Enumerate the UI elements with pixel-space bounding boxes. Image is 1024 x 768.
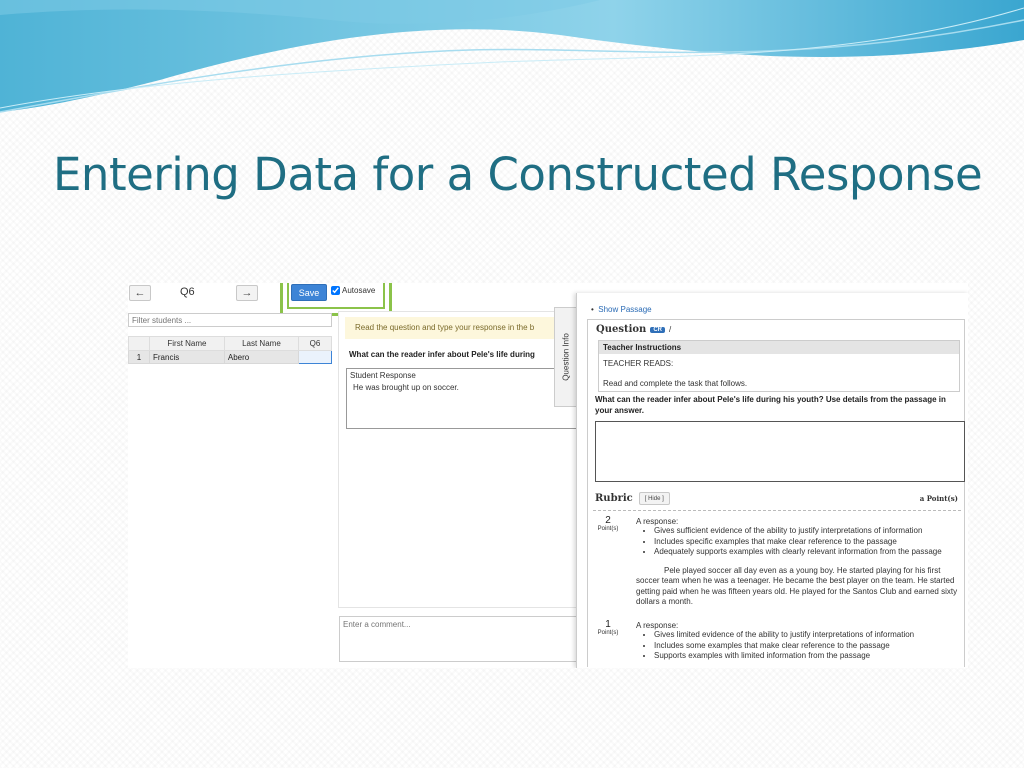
slide-title: Entering Data for a Constructed Response [53, 148, 983, 201]
full-question-text: What can the reader infer about Pele's l… [595, 395, 946, 415]
rubric-bullets: Gives sufficient evidence of the ability… [636, 526, 961, 558]
question-info-tab[interactable]: Question Info [554, 307, 576, 407]
rubric-score-1: 1 Point(s) [597, 619, 619, 636]
rubric-score-2: 2 Point(s) [597, 515, 619, 532]
rubric-example: Pele played soccer all day even as a you… [636, 565, 958, 607]
question-card: Question CR / Teacher Instructions TEACH… [587, 319, 965, 667]
question-label: Q6 [180, 286, 195, 298]
question-text: What can the reader infer about Pele's l… [349, 350, 535, 359]
list-item: Gives limited evidence of the ability to… [654, 630, 961, 641]
table-row[interactable]: 1 Francis Abero [128, 350, 332, 364]
prev-question-button[interactable]: ← [129, 285, 151, 301]
question-heading: Question CR / [596, 324, 671, 335]
hide-rubric-button[interactable]: [ Hide ] [638, 492, 670, 505]
response-panel: Read the question and type your response… [338, 311, 586, 608]
grid-header-last[interactable]: Last Name [223, 336, 300, 351]
list-item: Includes some examples that make clear r… [654, 641, 961, 652]
rubric-heading: Rubric [ Hide ] [595, 492, 670, 505]
grid-header-first[interactable]: First Name [149, 336, 225, 351]
rubric-title: Rubric [595, 493, 633, 504]
list-item: Adequately supports examples with clearl… [654, 547, 961, 558]
autosave-label: Autosave [342, 286, 376, 295]
instruction-banner: Read the question and type your response… [345, 317, 575, 339]
question-info-label: Question Info [561, 333, 570, 381]
question-info-panel: • Show Passage Question CR / Teacher Ins… [576, 293, 968, 668]
grading-app: ← Q6 → Save Autosave First Name Last Nam… [128, 283, 968, 668]
list-item: Supports examples with limited informati… [654, 651, 961, 662]
student-grid: First Name Last Name Q6 1 Francis Abero [128, 336, 332, 364]
autosave-toggle: Autosave [331, 286, 375, 295]
teacher-instructions-box: Teacher Instructions TEACHER READS: Read… [598, 340, 960, 392]
grid-header-row: First Name Last Name Q6 [128, 336, 332, 351]
next-question-button[interactable]: → [236, 285, 258, 301]
rubric-lead: A response: [636, 517, 679, 526]
points-header: a Point(s) [919, 494, 958, 503]
save-button[interactable]: Save [291, 284, 327, 301]
student-response-label: Student Response [350, 371, 416, 380]
filter-students-input[interactable] [128, 313, 332, 327]
rubric-level-1: A response: Gives limited evidence of th… [636, 621, 961, 662]
grid-header-q6[interactable]: Q6 [298, 336, 332, 351]
show-passage-link[interactable]: • Show Passage [591, 305, 652, 314]
answer-box[interactable] [595, 421, 965, 482]
rubric-level-2: A response: Gives sufficient evidence of… [636, 517, 961, 608]
first-name-cell[interactable]: Francis [149, 350, 225, 364]
read-complete-text: Read and complete the task that follows. [603, 379, 748, 388]
question-slash: / [669, 325, 672, 334]
student-response-box[interactable]: Student Response He was brought up on so… [346, 368, 586, 429]
question-title: Question [596, 324, 647, 335]
autosave-checkbox[interactable] [331, 286, 340, 295]
teacher-reads: TEACHER READS: [603, 359, 674, 368]
row-number: 1 [128, 350, 150, 364]
list-item: Includes specific examples that make cle… [654, 537, 961, 548]
last-name-cell[interactable]: Abero [223, 350, 300, 364]
student-response-text: He was brought up on soccer. [353, 383, 459, 392]
rubric-lead: A response: [636, 621, 679, 630]
grid-header-num [128, 336, 150, 351]
comment-input[interactable] [339, 616, 577, 662]
cr-badge: CR [650, 326, 666, 333]
show-passage-label: Show Passage [598, 305, 652, 314]
rubric-bullets: Gives limited evidence of the ability to… [636, 630, 961, 662]
teacher-instructions-header: Teacher Instructions [599, 341, 959, 354]
rubric-divider [593, 510, 961, 511]
arrow-right-icon: → [241, 287, 253, 299]
header-wave-decoration [0, 0, 1024, 113]
arrow-left-icon: ← [134, 287, 146, 299]
q6-score-cell[interactable] [298, 350, 332, 364]
list-item: Gives sufficient evidence of the ability… [654, 526, 961, 537]
